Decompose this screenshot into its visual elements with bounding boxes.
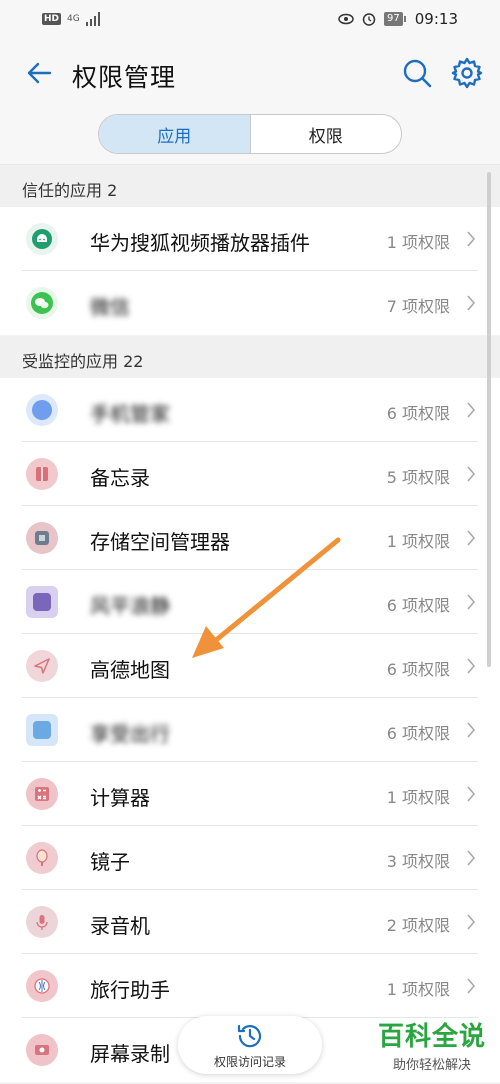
status-right: 97 09:13 bbox=[338, 10, 458, 28]
chevron-right-icon bbox=[467, 231, 476, 247]
search-icon[interactable] bbox=[400, 56, 434, 90]
permission-count: 1 项权限 bbox=[386, 233, 450, 252]
screen-record-icon bbox=[26, 1034, 58, 1066]
list-item[interactable]: 备忘录 5 项权限 bbox=[0, 442, 500, 506]
app-name: 旅行助手 bbox=[90, 978, 170, 1002]
list-item[interactable]: 高德地图 6 项权限 bbox=[0, 634, 500, 698]
tab-permissions[interactable]: 权限 bbox=[251, 115, 402, 153]
page-title: 权限管理 bbox=[72, 63, 177, 92]
chevron-right-icon bbox=[467, 914, 476, 930]
chevron-right-icon bbox=[467, 402, 476, 418]
app-bar: 权限管理 bbox=[0, 40, 500, 107]
scrollbar[interactable] bbox=[487, 172, 491, 667]
section-title: 信任的应用 2 bbox=[22, 181, 118, 200]
list-item[interactable]: 手机管家 6 项权限 bbox=[0, 378, 500, 442]
app-name: 备忘录 bbox=[90, 466, 150, 490]
eye-icon bbox=[338, 13, 354, 25]
permission-history-button[interactable]: 权限访问记录 bbox=[178, 1016, 322, 1074]
list-item[interactable]: 录音机 2 项权限 bbox=[0, 890, 500, 954]
app-name: 微信 bbox=[90, 295, 130, 319]
app-name: 高德地图 bbox=[90, 658, 170, 682]
travel-icon bbox=[26, 970, 58, 1002]
chevron-right-icon bbox=[467, 722, 476, 738]
chevron-right-icon bbox=[467, 978, 476, 994]
chevron-right-icon bbox=[467, 530, 476, 546]
chevron-right-icon bbox=[467, 594, 476, 610]
permission-count: 1 项权限 bbox=[386, 788, 450, 807]
section-header-monitored: 受监控的应用 22 bbox=[0, 336, 500, 378]
chevron-right-icon bbox=[467, 850, 476, 866]
app-name: 手机管家 bbox=[90, 402, 170, 426]
hd-badge: HD bbox=[42, 13, 62, 25]
clock: 09:13 bbox=[414, 10, 458, 28]
app-icon bbox=[26, 394, 58, 426]
app-icon bbox=[26, 714, 58, 746]
app-name: 享受出行 bbox=[90, 722, 170, 746]
recorder-icon bbox=[26, 906, 58, 938]
status-bar: HD 4G 97 09:13 bbox=[0, 0, 500, 40]
app-name: 华为搜狐视频播放器插件 bbox=[90, 231, 310, 255]
list-item[interactable]: 风平浪静 6 项权限 bbox=[0, 570, 500, 634]
chevron-right-icon bbox=[467, 466, 476, 482]
back-arrow-icon[interactable] bbox=[22, 56, 56, 90]
list-item[interactable]: 华为搜狐视频播放器插件 1 项权限 bbox=[0, 207, 500, 271]
permission-count: 1 项权限 bbox=[386, 980, 450, 999]
app-name: 镜子 bbox=[90, 850, 130, 874]
app-name: 存储空间管理器 bbox=[90, 530, 230, 554]
storage-icon bbox=[26, 522, 58, 554]
app-name: 录音机 bbox=[90, 914, 150, 938]
section-header-trusted: 信任的应用 2 bbox=[0, 165, 500, 207]
app-name: 屏幕录制 bbox=[90, 1042, 170, 1066]
permission-count: 1 项权限 bbox=[386, 532, 450, 551]
permission-count: 7 项权限 bbox=[386, 297, 450, 316]
list-item[interactable]: 镜子 3 项权限 bbox=[0, 826, 500, 890]
history-icon bbox=[237, 1024, 262, 1047]
map-icon bbox=[26, 650, 58, 682]
permission-count: 6 项权限 bbox=[386, 660, 450, 679]
trusted-app-list: 华为搜狐视频播放器插件 1 项权限 微信 7 项权限 bbox=[0, 207, 500, 335]
watermark-sub: 助你轻松解决 bbox=[392, 1058, 471, 1073]
permission-count: 6 项权限 bbox=[386, 724, 450, 743]
list-item[interactable]: 存储空间管理器 1 项权限 bbox=[0, 506, 500, 570]
wechat-icon bbox=[26, 287, 58, 319]
status-left: HD 4G bbox=[42, 12, 102, 26]
app-icon bbox=[26, 586, 58, 618]
chevron-right-icon bbox=[467, 295, 476, 311]
chevron-right-icon bbox=[467, 658, 476, 674]
permission-count: 6 项权限 bbox=[386, 404, 450, 423]
chevron-right-icon bbox=[467, 786, 476, 802]
app-name: 风平浪静 bbox=[90, 594, 170, 618]
mirror-icon bbox=[26, 842, 58, 874]
signal-icon bbox=[85, 12, 100, 26]
permission-count: 6 项权限 bbox=[386, 596, 450, 615]
tab-apps[interactable]: 应用 bbox=[99, 115, 251, 153]
section-title: 受监控的应用 22 bbox=[22, 352, 144, 371]
app-name: 计算器 bbox=[90, 786, 150, 810]
battery-icon: 97 bbox=[384, 12, 406, 26]
list-item[interactable]: 计算器 1 项权限 bbox=[0, 762, 500, 826]
monitored-app-list: 手机管家 6 项权限 备忘录 5 项权限 存储空间管理器 1 项权限 风平浪静 … bbox=[0, 378, 500, 1082]
android-icon bbox=[26, 223, 58, 255]
watermark: 百科全说 助你轻松解决 bbox=[372, 1022, 492, 1073]
list-item[interactable]: 微信 7 项权限 bbox=[0, 271, 500, 335]
history-label: 权限访问记录 bbox=[213, 1054, 286, 1069]
alarm-icon bbox=[362, 13, 376, 26]
gear-icon[interactable] bbox=[450, 56, 484, 90]
watermark-main: 百科全说 bbox=[377, 1022, 486, 1052]
tabs-bar: 应用 权限 bbox=[0, 106, 500, 165]
permission-count: 5 项权限 bbox=[386, 468, 450, 487]
network-type: 4G bbox=[67, 13, 80, 24]
notepad-icon bbox=[26, 458, 58, 490]
permission-count: 3 项权限 bbox=[386, 852, 450, 871]
permission-count: 2 项权限 bbox=[386, 916, 450, 935]
list-item[interactable]: 旅行助手 1 项权限 bbox=[0, 954, 500, 1018]
segmented-control: 应用 权限 bbox=[98, 114, 402, 154]
list-item[interactable]: 享受出行 6 项权限 bbox=[0, 698, 500, 762]
calculator-icon bbox=[26, 778, 58, 810]
